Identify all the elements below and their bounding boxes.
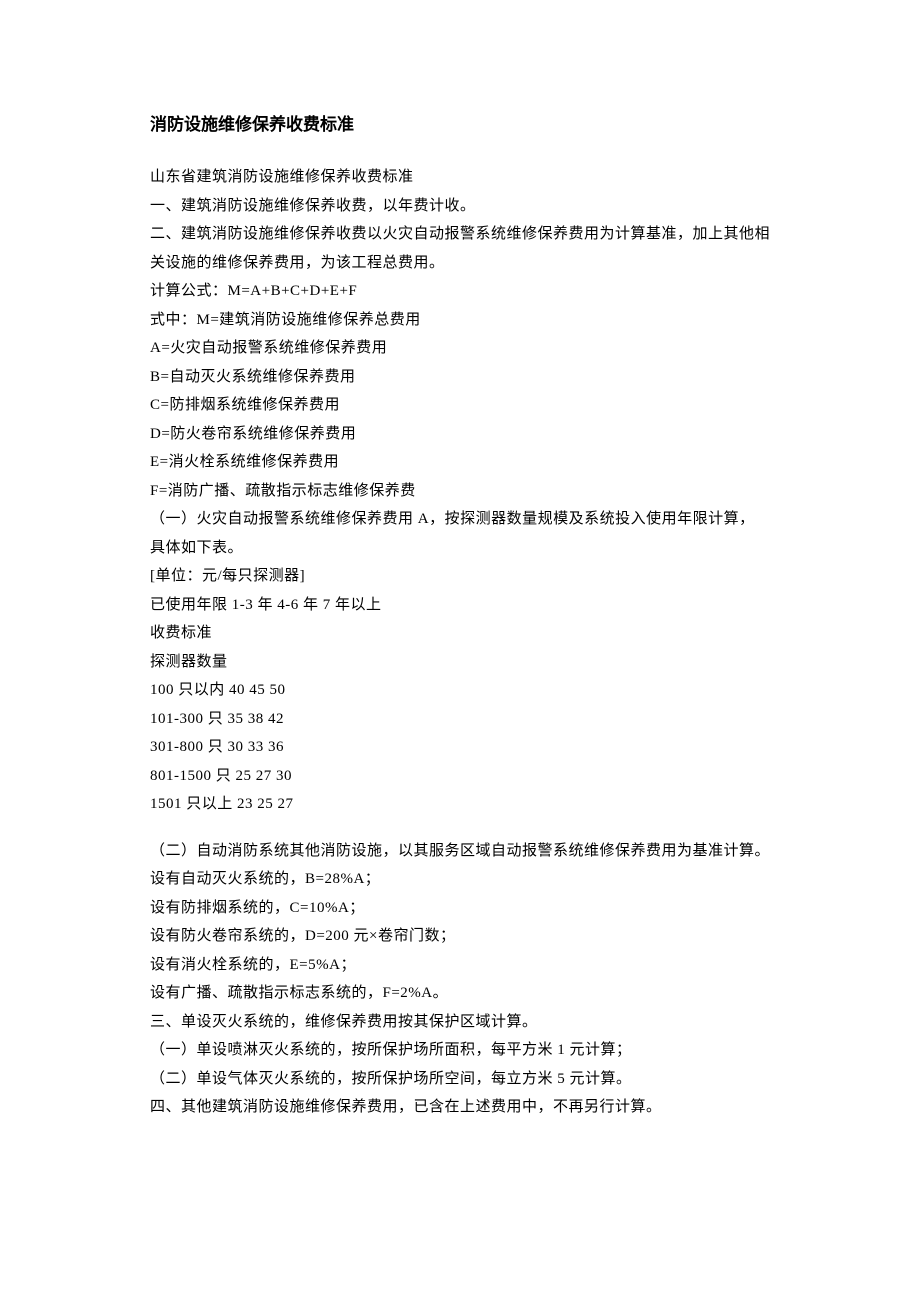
- body-line: （二）单设气体灭火系统的，按所保护场所空间，每立方米 5 元计算。: [150, 1065, 770, 1094]
- body-line: 收费标准: [150, 619, 770, 648]
- body-line: 设有自动灭火系统的，B=28%A；: [150, 865, 770, 894]
- body-line: 四、其他建筑消防设施维修保养费用，已含在上述费用中，不再另行计算。: [150, 1093, 770, 1122]
- body-line: 801-1500 只 25 27 30: [150, 762, 770, 791]
- body-line: D=防火卷帘系统维修保养费用: [150, 420, 770, 449]
- body-line: 设有消火栓系统的，E=5%A；: [150, 951, 770, 980]
- body-line: （一）火灾自动报警系统维修保养费用 A，按探测器数量规模及系统投入使用年限计算，…: [150, 505, 770, 562]
- body-line: 山东省建筑消防设施维修保养收费标准: [150, 163, 770, 192]
- body-line: A=火灾自动报警系统维修保养费用: [150, 334, 770, 363]
- document-title: 消防设施维修保养收费标准: [150, 110, 770, 135]
- body-line: 101-300 只 35 38 42: [150, 705, 770, 734]
- body-line: E=消火栓系统维修保养费用: [150, 448, 770, 477]
- body-line: 式中：M=建筑消防设施维修保养总费用: [150, 306, 770, 335]
- body-line: 探测器数量: [150, 648, 770, 677]
- body-line: 100 只以内 40 45 50: [150, 676, 770, 705]
- body-line: B=自动灭火系统维修保养费用: [150, 363, 770, 392]
- body-line: 设有防排烟系统的，C=10%A；: [150, 894, 770, 923]
- body-line: 二、建筑消防设施维修保养收费以火灾自动报警系统维修保养费用为计算基准，加上其他相…: [150, 220, 770, 277]
- body-line: 计算公式：M=A+B+C+D+E+F: [150, 277, 770, 306]
- body-line: F=消防广播、疏散指示标志维修保养费: [150, 477, 770, 506]
- body-line: 三、单设灭火系统的，维修保养费用按其保护区域计算。: [150, 1008, 770, 1037]
- body-line: 设有防火卷帘系统的，D=200 元×卷帘门数；: [150, 922, 770, 951]
- body-line: C=防排烟系统维修保养费用: [150, 391, 770, 420]
- body-line: 已使用年限 1-3 年 4-6 年 7 年以上: [150, 591, 770, 620]
- body-line: 一、建筑消防设施维修保养收费，以年费计收。: [150, 192, 770, 221]
- body-line: 设有广播、疏散指示标志系统的，F=2%A。: [150, 979, 770, 1008]
- body-line: （一）单设喷淋灭火系统的，按所保护场所面积，每平方米 1 元计算；: [150, 1036, 770, 1065]
- body-line: 301-800 只 30 33 36: [150, 733, 770, 762]
- body-line: [单位：元/每只探测器]: [150, 562, 770, 591]
- body-line: 1501 只以上 23 25 27: [150, 790, 770, 819]
- body-line: （二）自动消防系统其他消防设施，以其服务区域自动报警系统维修保养费用为基准计算。: [150, 837, 770, 866]
- blank-line: [150, 819, 770, 837]
